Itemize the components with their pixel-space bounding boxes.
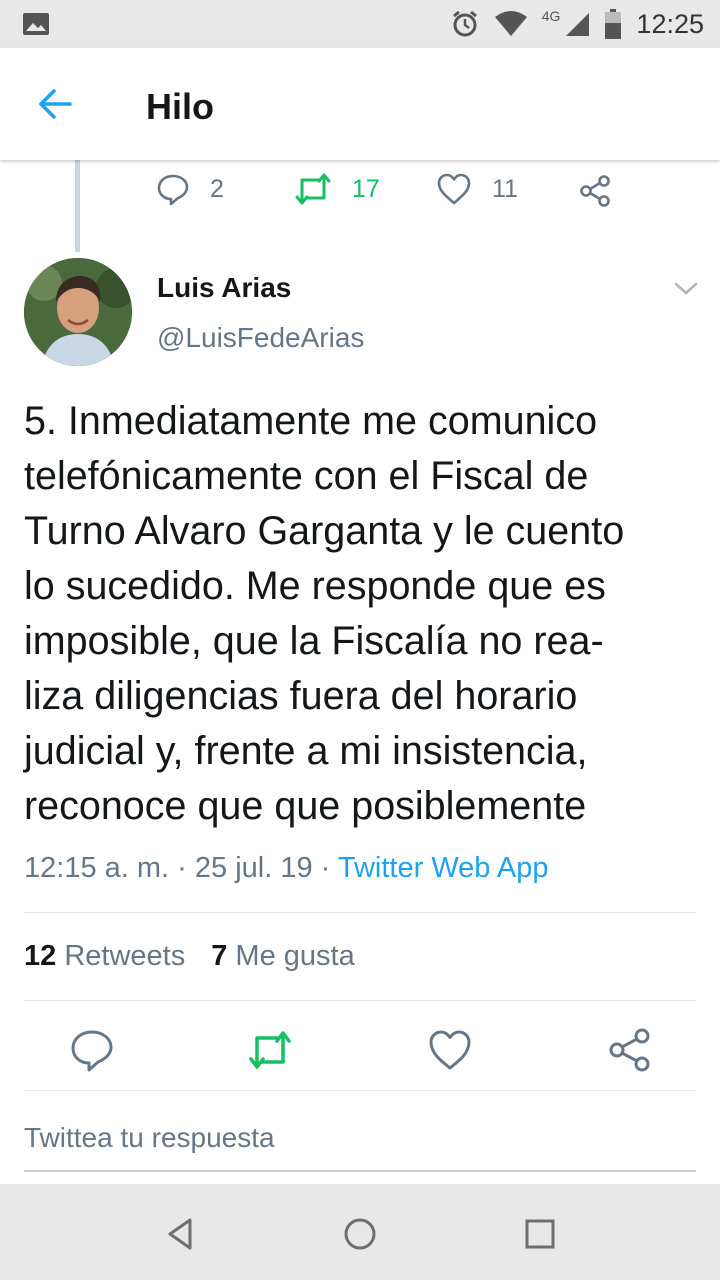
tweet-meta: 12:15 a. m. · 25 jul. 19 · Twitter Web A… (24, 852, 549, 885)
prev-retweet-count: 17 (352, 174, 380, 203)
like-label: Me gusta (235, 940, 355, 972)
likes-stat[interactable]: 7 Me gusta (211, 940, 355, 973)
avatar-photo (24, 258, 132, 366)
divider (24, 1090, 696, 1091)
tweet-date: 25 jul. 19 (194, 852, 313, 884)
back-triangle-icon[interactable] (160, 1214, 200, 1254)
share-icon[interactable] (578, 174, 612, 208)
chevron-down-icon[interactable] (672, 276, 700, 300)
prev-retweet-button[interactable]: 17 (294, 172, 380, 206)
prev-reply-count: 2 (210, 174, 224, 203)
status-time: 12:25 (636, 8, 704, 39)
wifi-icon (494, 11, 527, 36)
prev-like-button[interactable]: 11 (436, 172, 518, 206)
meta-separator: · (320, 852, 331, 884)
navigation-bar (0, 1184, 720, 1280)
tweet-line: liza diligencias fuera del horario (24, 674, 578, 718)
retweet-icon[interactable] (246, 1026, 294, 1074)
author-handle[interactable]: @LuisFedeArias (157, 322, 364, 354)
tweet-line: reconoce que que posiblemente (24, 784, 587, 828)
divider (24, 912, 696, 913)
tweet-text: 5. Inmediatamente me comunico telefónica… (24, 394, 704, 834)
network-type: 4G (541, 8, 561, 24)
reply-icon[interactable] (68, 1026, 116, 1074)
tweet-stats: 12 Retweets 7 Me gusta (24, 940, 355, 973)
heart-icon[interactable] (426, 1026, 474, 1074)
home-circle-icon[interactable] (340, 1214, 380, 1254)
like-count: 7 (211, 940, 228, 972)
prev-like-count: 11 (492, 174, 518, 203)
author-name[interactable]: Luis Arias (157, 272, 291, 304)
tweet-line: lo sucedido. Me responde que es (24, 564, 606, 608)
divider (24, 1000, 696, 1001)
tweet-time: 12:15 a. m. (24, 852, 170, 884)
tweet-actions (0, 1026, 720, 1074)
retweet-count: 12 (24, 940, 57, 972)
page-title: Hilo (146, 86, 214, 127)
arrow-left-icon[interactable] (34, 84, 78, 124)
reply-input[interactable]: Twittea tu respuesta (24, 1122, 696, 1172)
heart-icon (437, 173, 471, 205)
battery-icon (605, 9, 622, 39)
tweet-line: imposible, que la Fiscalía no rea- (24, 619, 604, 663)
tweet-line: judicial y, frente a mi insistencia, (24, 729, 588, 773)
gallery-notification-icon (23, 13, 49, 35)
tweet-line: telefónicamente con el Fiscal de (24, 454, 589, 498)
tweet-source-link[interactable]: Twitter Web App (338, 852, 549, 884)
app-bar: Hilo (0, 48, 720, 160)
cell-signal-icon (566, 13, 590, 36)
status-bar: 4G 12:25 (0, 0, 720, 48)
reply-icon (157, 174, 189, 206)
previous-tweet-actions: 2 17 11 (0, 172, 720, 216)
tweet-line: 5. Inmediatamente me comunico (24, 399, 598, 443)
recents-square-icon[interactable] (520, 1214, 560, 1254)
tweet-line: Turno Alvaro Garganta y le cuento (24, 509, 625, 553)
retweet-icon (295, 173, 331, 205)
retweet-label: Retweets (64, 940, 186, 972)
retweets-stat[interactable]: 12 Retweets (24, 940, 185, 973)
meta-separator: · (177, 852, 187, 884)
alarm-icon (452, 10, 477, 37)
share-icon[interactable] (606, 1026, 654, 1074)
avatar[interactable] (24, 258, 132, 366)
prev-reply-button[interactable]: 2 (156, 172, 224, 206)
